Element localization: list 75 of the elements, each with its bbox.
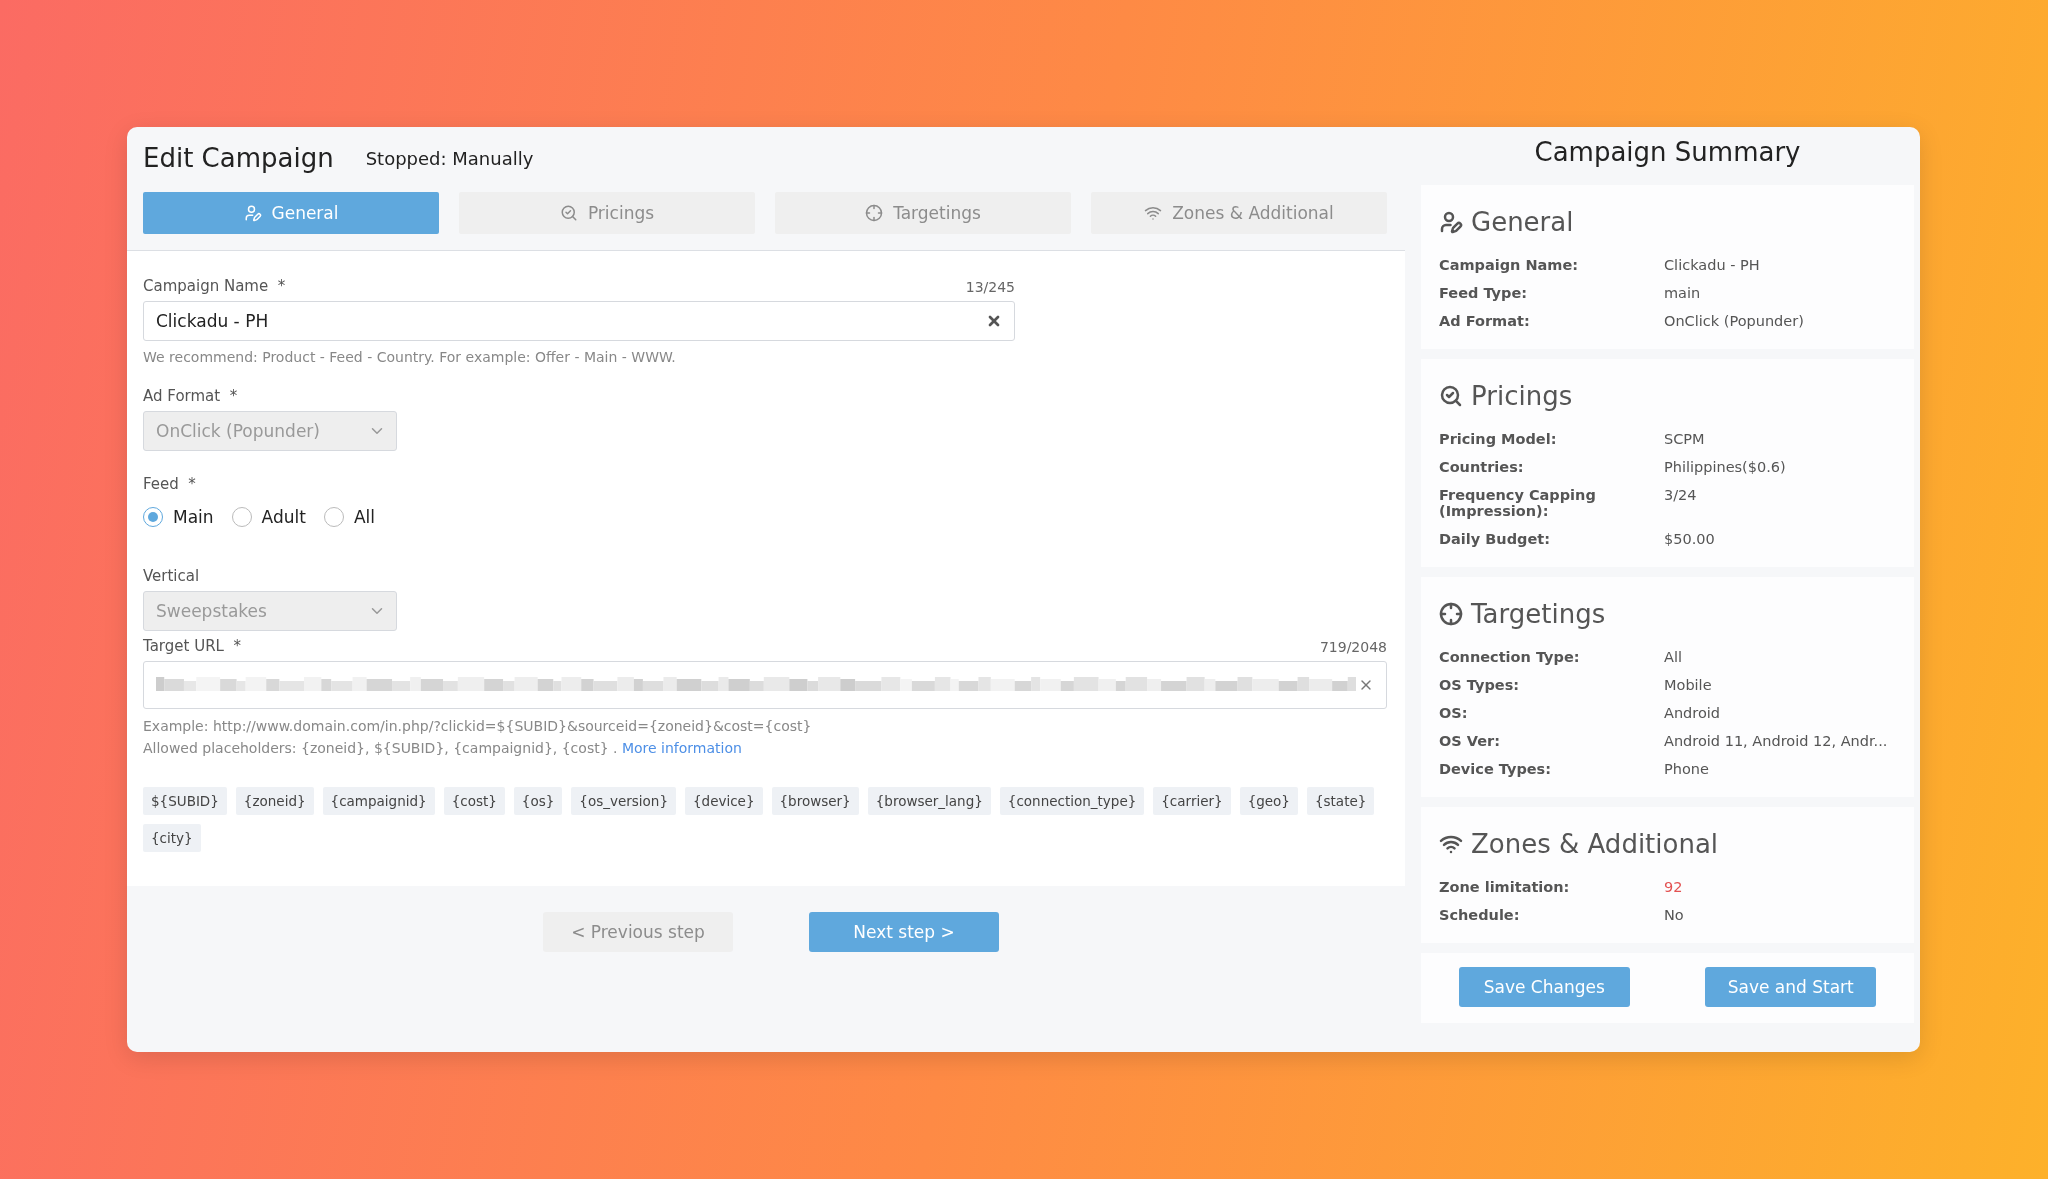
summary-label: OS Types: <box>1439 677 1521 693</box>
summary-value: 3/24 <box>1664 487 1698 505</box>
summary-value: SCPM <box>1664 431 1706 447</box>
field-label: Vertical <box>143 567 201 585</box>
placeholder-tag[interactable]: {cost} <box>443 787 505 815</box>
magnifier-icon <box>1439 384 1463 408</box>
magnifier-icon <box>559 204 578 222</box>
placeholder-tag[interactable]: ${SUBID} <box>143 787 227 815</box>
summary-value: Philippines($0.6) <box>1664 459 1787 475</box>
placeholder-tag[interactable]: {connection_type} <box>999 787 1145 815</box>
summary-value: Android <box>1664 705 1722 721</box>
summary-label: Daily Budget: <box>1439 531 1551 547</box>
user-edit-icon <box>243 204 262 222</box>
section-title: Targetings <box>1471 599 1606 629</box>
summary-title: Campaign Summary <box>1533 136 1802 169</box>
placeholder-tag[interactable]: {carrier} <box>1153 787 1231 815</box>
placeholder-tag[interactable]: {os_version} <box>571 787 676 815</box>
summary-value: Mobile <box>1664 677 1713 693</box>
radio-label: Adult <box>261 507 306 527</box>
status-text: Stopped: Manually <box>365 147 534 169</box>
wifi-icon <box>1144 204 1163 222</box>
placeholder-tag[interactable]: {browser_lang} <box>867 787 991 815</box>
summary-label: Campaign Name: <box>1439 257 1580 273</box>
placeholder-tag[interactable]: {state} <box>1306 787 1375 815</box>
character-counter: 13/245 <box>965 279 1015 295</box>
summary-value: All <box>1664 649 1683 665</box>
summary-label: Countries: <box>1439 459 1525 475</box>
crosshair-icon <box>865 204 884 222</box>
summary-label: Zone limitation: <box>1439 879 1571 895</box>
character-counter: 719/2048 <box>1319 639 1387 655</box>
page-title: Edit Campaign <box>143 143 334 173</box>
hint-text: We recommend: Product - Feed - Country. For example: Offer - Main - WWW. <box>143 349 677 365</box>
summary-value: main <box>1664 285 1702 301</box>
placeholders-text: Allowed placeholders: {zoneid}, ${SUBID}, {campaignid}, {cost} . More information <box>143 739 743 758</box>
summary-label: Pricing Model: <box>1439 431 1558 447</box>
radio-button[interactable] <box>231 507 252 527</box>
radio-label: Main <box>173 507 214 527</box>
summary-value: No <box>1664 907 1685 923</box>
section-title: General <box>1471 207 1574 237</box>
radio-button[interactable] <box>143 507 163 527</box>
placeholder-tag[interactable]: {zoneid} <box>235 787 314 815</box>
placeholder-tag[interactable]: {browser} <box>771 787 859 815</box>
placeholder-tag[interactable]: {city} <box>143 824 201 852</box>
summary-value: Phone <box>1664 761 1710 777</box>
summary-value: Android 11, Android 12, Andr... <box>1664 733 1889 749</box>
summary-value: $50.00 <box>1664 531 1716 547</box>
summary-label: Feed Type: <box>1439 285 1529 301</box>
placeholder-tag[interactable]: {device} <box>685 787 763 815</box>
field-label: Ad Format * <box>143 387 239 405</box>
summary-value: OnClick (Popunder) <box>1664 313 1805 329</box>
placeholder-tag[interactable]: {os} <box>513 787 563 815</box>
section-title: Zones & Additional <box>1471 829 1719 859</box>
campaign-name-field[interactable]: Clickadu - PH <box>143 301 1015 341</box>
example-text: Example: http://www.domain.com/in.php/?clickid=${SUBID}&sourceid={zoneid}&cost={cost} <box>143 717 813 736</box>
summary-label: Frequency Capping (Impression): <box>1439 487 1597 519</box>
radio-button[interactable] <box>323 507 344 527</box>
summary-label: Ad Format: <box>1439 313 1531 329</box>
field-label: Target URL * <box>143 637 241 655</box>
target-url-field[interactable] <box>143 661 1387 709</box>
radio-label: All <box>353 507 375 527</box>
summary-label: Device Types: <box>1439 761 1553 777</box>
field-label: Campaign Name * <box>143 277 286 295</box>
user-edit-icon <box>1439 210 1463 234</box>
summary-value: 92 <box>1664 879 1684 895</box>
summary-label: OS Ver: <box>1439 733 1502 749</box>
summary-label: Connection Type: <box>1439 649 1581 665</box>
section-title: Pricings <box>1471 381 1573 411</box>
field-label: Feed * <box>143 475 197 493</box>
summary-value: Clickadu - PH <box>1664 257 1761 273</box>
placeholder-tag[interactable]: {campaignid} <box>322 787 435 815</box>
clear-icon[interactable] <box>986 313 1002 329</box>
crosshair-icon <box>1439 602 1463 626</box>
summary-label: Schedule: <box>1439 907 1521 923</box>
summary-label: OS: <box>1439 705 1469 721</box>
placeholder-tag[interactable]: {geo} <box>1239 787 1298 815</box>
